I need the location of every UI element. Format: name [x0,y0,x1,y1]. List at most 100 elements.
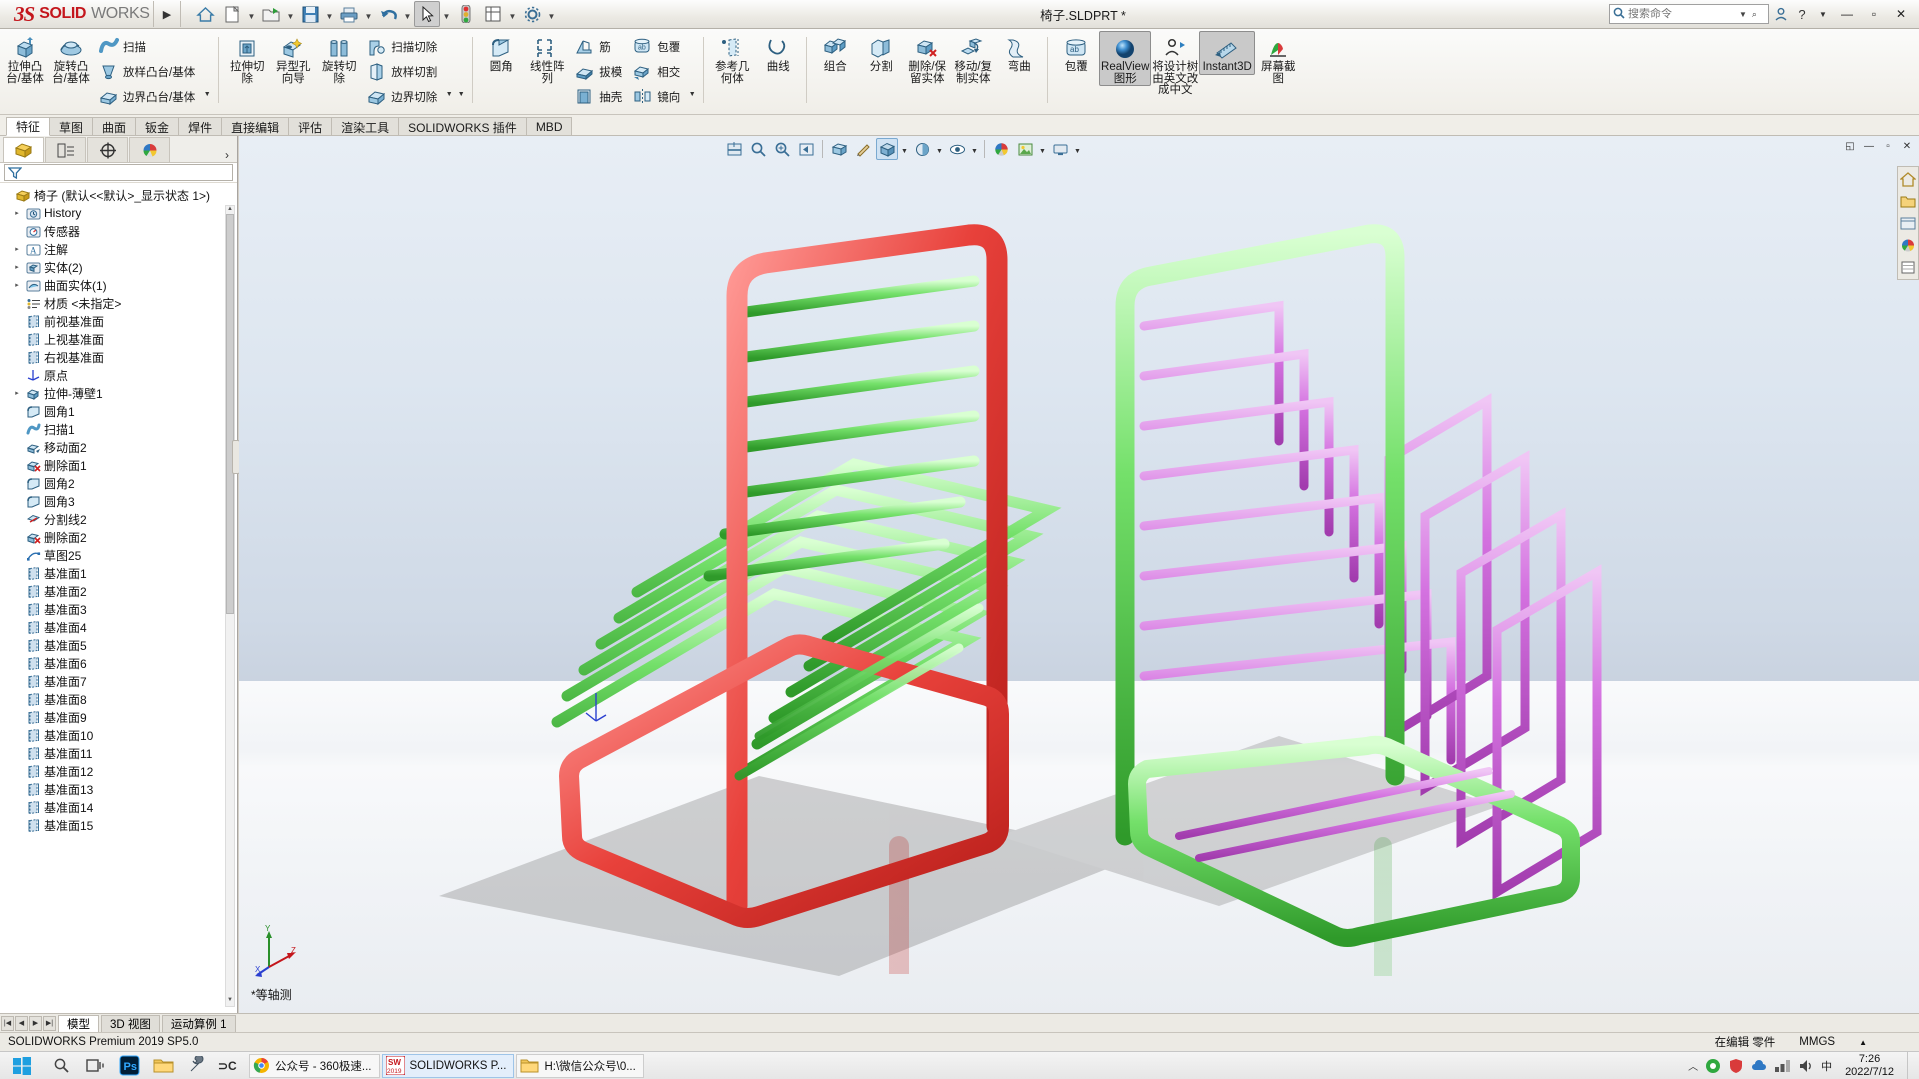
boundary-cut-button[interactable]: 边界切除 [362,84,443,109]
options-caret[interactable]: ▼ [546,1,557,27]
tree-node[interactable]: 材质 <未指定> [0,294,237,312]
rebuild-icon[interactable] [453,1,479,27]
section-view-icon[interactable] [723,138,745,160]
extrude-boss-button[interactable]: 拉伸凸台/基体 [2,31,48,86]
tree-node[interactable]: 基准面2 [0,582,237,600]
tree-node[interactable]: 基准面7 [0,672,237,690]
tree-node[interactable]: 基准面1 [0,564,237,582]
help-icon[interactable]: ? [1793,3,1811,25]
curves-button[interactable]: 曲线 [755,31,801,75]
3d-drawing-view-icon[interactable] [852,138,874,160]
loft-cut-button[interactable]: 放样切割 [362,59,443,84]
tree-node[interactable]: 椅子 (默认<<默认>_显示状态 1>) [0,186,237,204]
minimize-button[interactable]: — [1835,3,1859,25]
photoshop-icon[interactable]: Ps [112,1052,146,1079]
nav-first-button[interactable]: |◀ [1,1015,14,1031]
wrap2-button[interactable]: ab 包覆 [1053,31,1099,75]
taskbar-clock[interactable]: 7:26 2022/7/12 [1839,1053,1900,1079]
tree-scrollbar[interactable]: ▲ ▼ [225,205,235,1007]
tree-node[interactable]: ▸ A 注解 [0,240,237,258]
tree-node[interactable]: 圆角2 [0,474,237,492]
tree-node[interactable]: 前视基准面 [0,312,237,330]
rib-button[interactable]: 筋 [570,34,628,59]
tree-node[interactable]: 基准面15 [0,816,237,834]
boundary-cut-caret1[interactable]: ▼ [443,86,455,104]
tray-volume-icon[interactable] [1798,1058,1814,1073]
tab-weldments[interactable]: 焊件 [178,117,223,136]
hide-show-caret[interactable]: ▼ [970,138,979,160]
tree-node[interactable]: 基准面9 [0,708,237,726]
select-icon[interactable] [414,1,440,27]
tab-direct-editing[interactable]: 直接编辑 [221,117,290,136]
realview-button[interactable]: RealView 图形 [1099,31,1152,86]
code-icon[interactable]: ⊃C [214,1052,248,1079]
tree-node[interactable]: ▸ 实体(2) [0,258,237,276]
boundary-boss-button[interactable]: 边界凸台/基体 [94,84,201,109]
search-command-box[interactable]: ▼ ⌕ [1609,4,1769,24]
boundary-boss-caret[interactable]: ▼ [201,86,213,104]
custom-properties-icon[interactable] [1899,258,1917,276]
tree-node[interactable]: 圆角1 [0,402,237,420]
tree-node[interactable]: 扫描1 [0,420,237,438]
display-style-icon[interactable] [911,138,933,160]
tree-node[interactable]: 右视基准面 [0,348,237,366]
tree-expander[interactable]: ▸ [10,389,24,397]
search-input[interactable] [1628,8,1736,20]
tree-language-button[interactable]: 将设计树由英文改成中文 [1151,31,1199,98]
restore-view-button[interactable]: ◱ [1842,138,1858,154]
linear-pattern-button[interactable]: 线性阵列 [524,31,570,86]
print-caret[interactable]: ▼ [363,1,374,27]
status-units-label[interactable]: MMGS [1799,1036,1835,1048]
tree-node[interactable]: 移动面2 [0,438,237,456]
taskbar-window-solidworks[interactable]: SW 2019 SOLIDWORKS P... [381,1053,515,1078]
select-caret[interactable]: ▼ [441,1,452,27]
maximize-button[interactable]: ▫ [1862,3,1886,25]
tray-input-icon[interactable]: 中 [1821,1058,1832,1074]
taskbar-window-folder[interactable]: H:\微信公众号\0... [516,1053,644,1078]
feature-manager-tab[interactable] [3,137,44,162]
nav-prev-button[interactable]: ◀ [15,1015,28,1031]
delete-keep-body-button[interactable]: 删除/保留实体 [904,31,950,86]
tree-node[interactable]: 基准面10 [0,726,237,744]
tree-node[interactable]: 原点 [0,366,237,384]
show-desktop-button[interactable] [1907,1051,1915,1079]
boundary-cut-caret2[interactable]: ▼ [455,86,467,104]
new-document-icon[interactable] [219,1,245,27]
maximize-view-button[interactable]: ▫ [1880,138,1896,154]
tab-mbd[interactable]: MBD [525,117,573,136]
scroll-down-icon[interactable]: ▼ [226,997,234,1006]
fillet-button[interactable]: 圆角 [478,31,524,75]
file-explorer-icon[interactable] [1899,214,1917,232]
tree-node[interactable]: 上视基准面 [0,330,237,348]
combine-button[interactable]: 组合 [812,31,858,75]
tree-node[interactable]: ▸ History [0,204,237,222]
tab-sheetmetal[interactable]: 钣金 [135,117,180,136]
tree-node[interactable]: 传感器 [0,222,237,240]
tree-expander[interactable]: ▸ [10,245,24,253]
tree-node[interactable]: ▸ 曲面实体(1) [0,276,237,294]
view-settings-caret[interactable]: ▼ [1073,138,1082,160]
bottom-tab-3dviews[interactable]: 3D 视图 [101,1014,160,1032]
flex-button[interactable]: 弯曲 [996,31,1042,75]
tree-filter-input[interactable] [4,164,233,181]
loft-boss-button[interactable]: 放样凸台/基体 [94,59,201,84]
mirror-button[interactable]: 镜向 [628,84,686,109]
status-units-caret[interactable]: ▲ [1859,1038,1867,1047]
view-settings-icon[interactable] [1049,138,1071,160]
apply-scene-caret[interactable]: ▼ [1038,138,1047,160]
previous-view-icon[interactable] [795,138,817,160]
shell-button[interactable]: 抽壳 [570,84,628,109]
options-gear-icon[interactable] [519,1,545,27]
wrap-button[interactable]: ab 包覆 [628,34,686,59]
tree-node[interactable]: 草图25 [0,546,237,564]
tab-sketch[interactable]: 草图 [49,117,94,136]
task-view-icon[interactable] [78,1052,112,1079]
tree-node[interactable]: 基准面14 [0,798,237,816]
explorer-icon[interactable] [146,1052,180,1079]
open-document-icon[interactable] [258,1,284,27]
menu-expand-arrow[interactable]: ▶ [157,1,177,28]
feature-manager-more-button[interactable]: › [225,148,237,162]
tab-solidworks-addins[interactable]: SOLIDWORKS 插件 [398,117,527,136]
tab-surfaces[interactable]: 曲面 [92,117,137,136]
scroll-thumb[interactable] [226,214,234,614]
